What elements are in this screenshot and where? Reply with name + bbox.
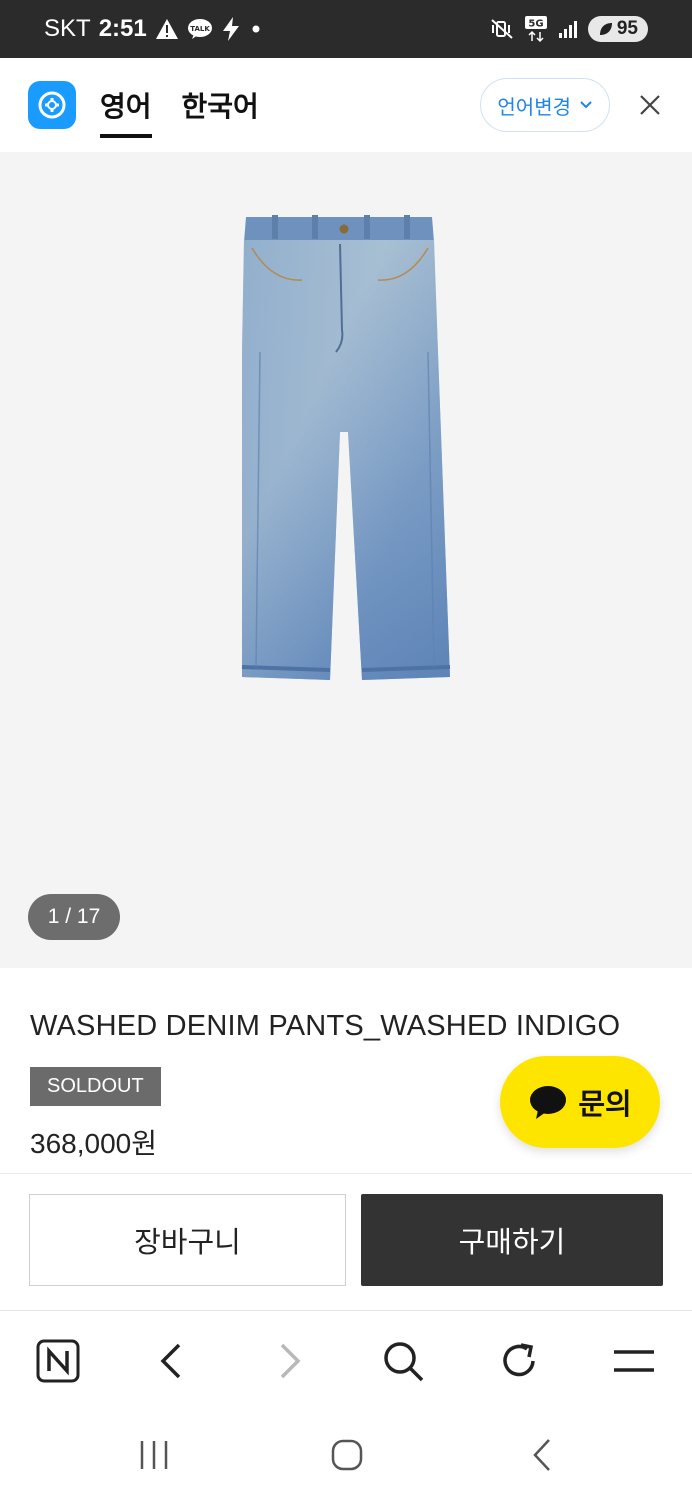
forward-icon[interactable]	[264, 1336, 314, 1386]
signal-icon	[558, 19, 578, 39]
system-navigation-bar	[0, 1411, 692, 1500]
mute-vibrate-icon	[490, 18, 514, 40]
clock: 2:51	[98, 15, 147, 42]
change-language-label: 언어변경	[497, 96, 571, 119]
purchase-action-bar: 장바구니 구매하기	[0, 1173, 692, 1311]
naver-icon[interactable]	[33, 1336, 83, 1386]
status-bar: SKT 2:51 TALK 5G 95	[0, 0, 692, 58]
buy-now-button[interactable]: 구매하기	[361, 1194, 663, 1286]
leaf-icon	[599, 23, 612, 35]
talk-icon: TALK	[187, 18, 213, 40]
search-icon[interactable]	[378, 1336, 428, 1386]
svg-text:TALK: TALK	[190, 25, 210, 33]
translate-bar: 영어 한국어 언어변경	[0, 58, 692, 152]
tab-english[interactable]: 영어	[100, 58, 152, 152]
home-icon[interactable]	[322, 1433, 372, 1477]
refresh-icon[interactable]	[494, 1336, 544, 1386]
image-counter: 1 / 17	[28, 894, 120, 940]
tab-korean[interactable]: 한국어	[182, 58, 259, 152]
inquiry-button[interactable]: 문의	[500, 1056, 660, 1148]
soldout-badge: SOLDOUT	[30, 1067, 161, 1106]
status-right: 5G 95	[490, 15, 648, 43]
battery-indicator: 95	[587, 16, 648, 42]
close-icon	[640, 95, 660, 115]
dot-icon	[249, 22, 263, 36]
menu-icon[interactable]	[609, 1336, 659, 1386]
product-image-gallery[interactable]: 1 / 17	[0, 152, 692, 968]
system-back-icon[interactable]	[517, 1433, 567, 1477]
battery-level: 95	[616, 18, 638, 39]
warning-icon	[155, 18, 179, 40]
network-5g-icon: 5G	[524, 15, 548, 43]
chat-bubble-icon	[530, 1086, 567, 1119]
jeans-product-image	[241, 215, 451, 680]
carrier-label: SKT	[44, 15, 91, 42]
change-language-button[interactable]: 언어변경	[480, 78, 610, 132]
chevron-down-icon	[580, 101, 592, 109]
close-button[interactable]	[636, 91, 664, 119]
translator-logo-icon	[28, 81, 76, 129]
browser-toolbar	[0, 1311, 692, 1411]
inquiry-label: 문의	[578, 1089, 632, 1121]
svg-text:5G: 5G	[528, 19, 543, 30]
recent-apps-icon[interactable]	[129, 1433, 179, 1477]
back-icon[interactable]	[147, 1336, 197, 1386]
add-to-cart-button[interactable]: 장바구니	[29, 1194, 346, 1286]
status-left: SKT 2:51 TALK	[44, 15, 263, 43]
product-title: WASHED DENIM PANTS_WASHED INDIGO	[30, 1010, 621, 1042]
lightning-icon	[221, 17, 241, 41]
